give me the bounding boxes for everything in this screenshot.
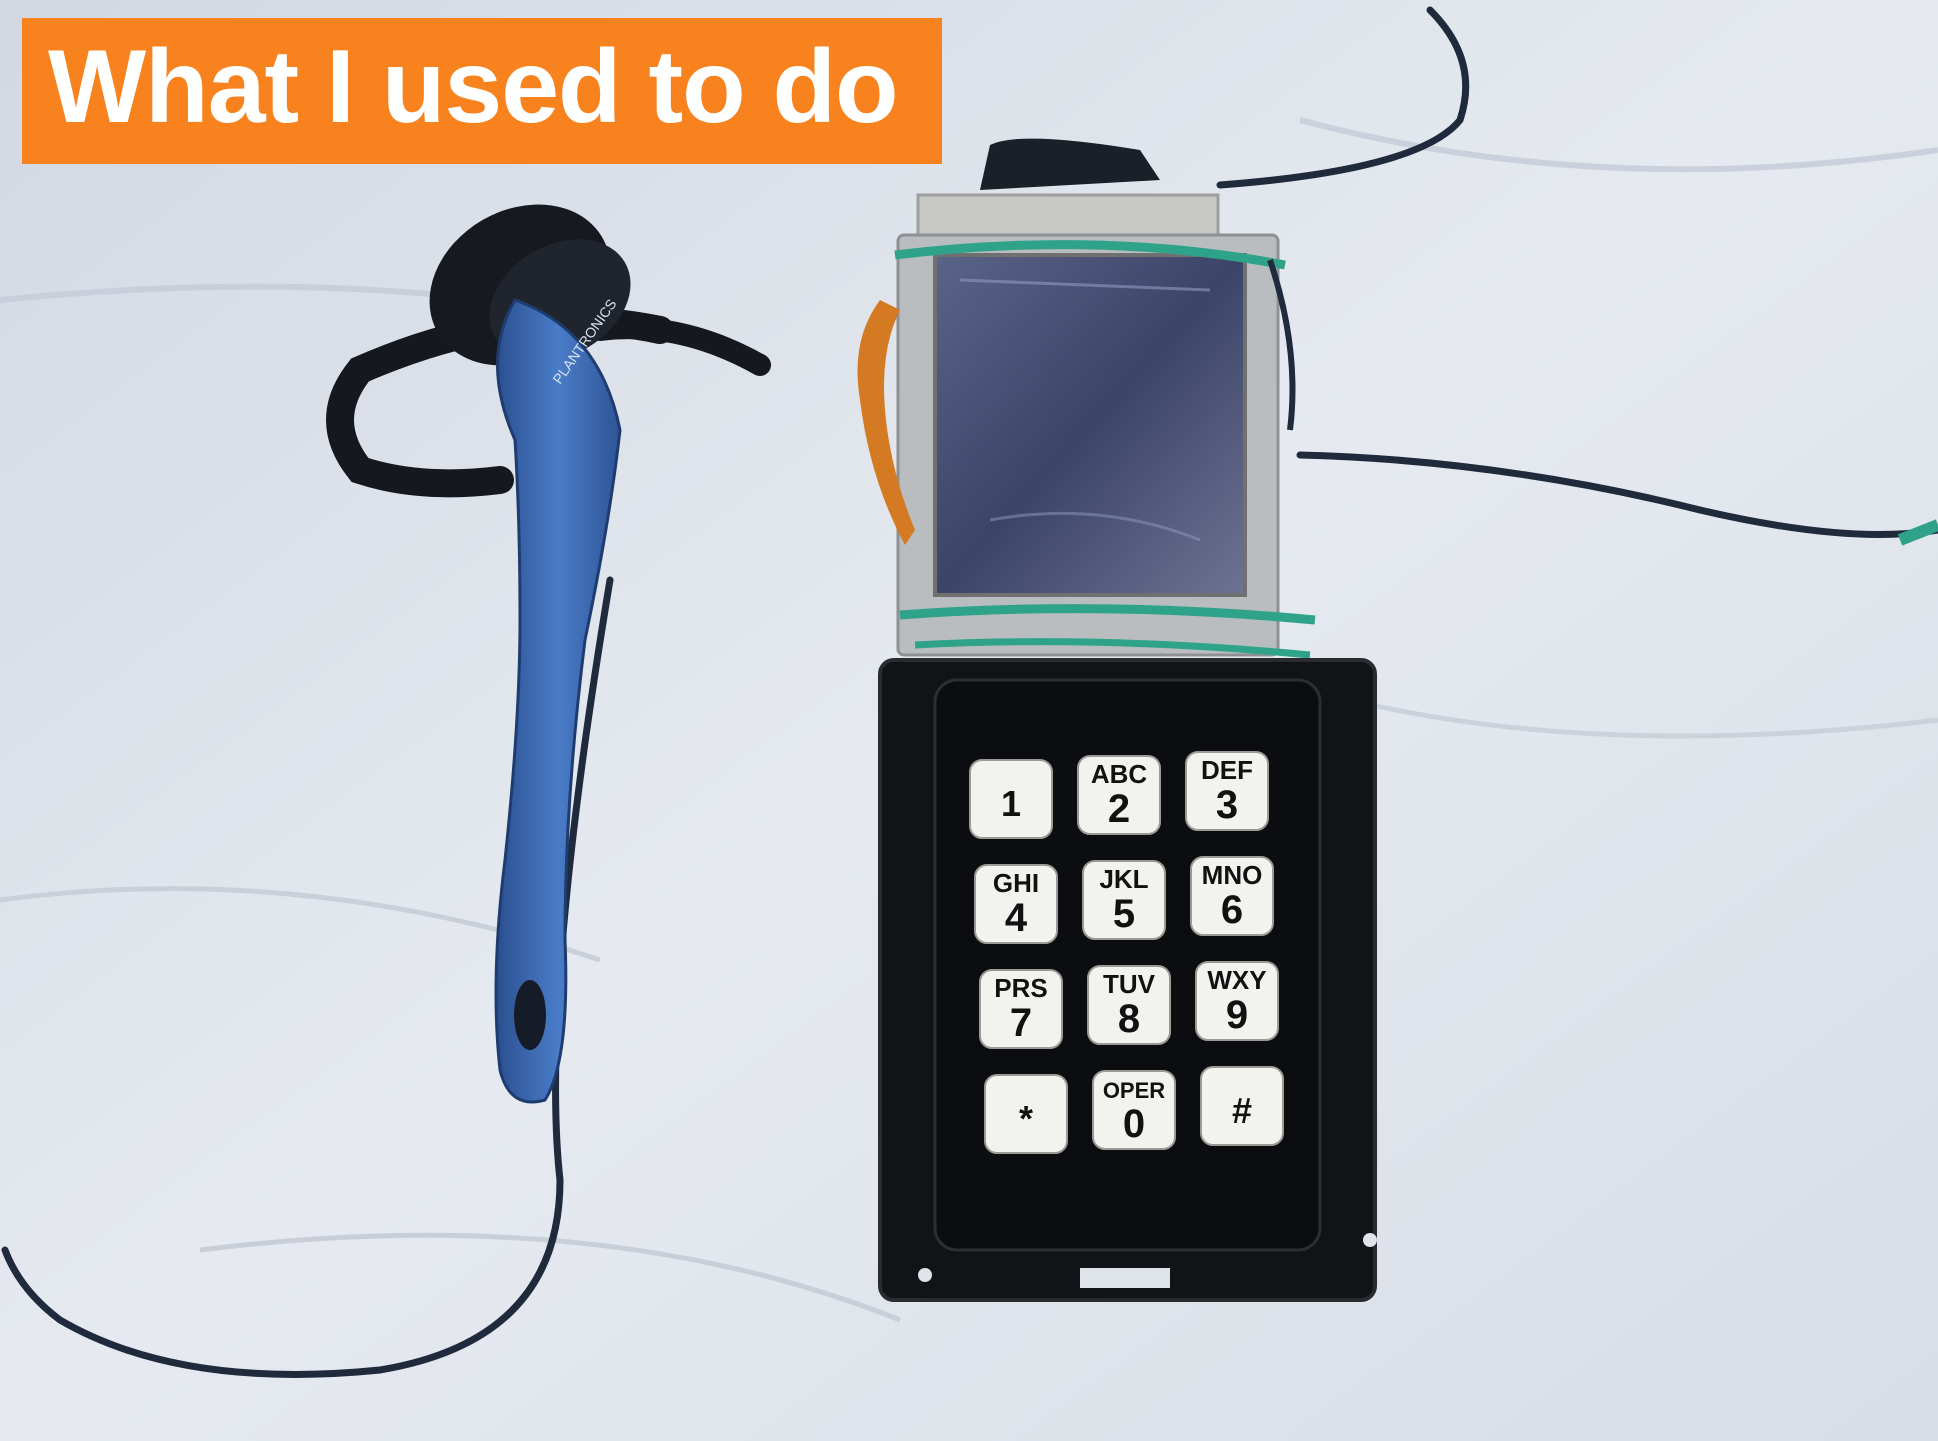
device-photo: PLANTRONICS 1ABC2DEF3GHI4JKL5MNO6PRS7TUV… [0, 0, 1938, 1441]
key-digit: 4 [1005, 896, 1028, 940]
keypad-key: JKL5 [1082, 860, 1166, 940]
keypad-key: PRS7 [979, 969, 1063, 1049]
key-digit: 8 [1118, 997, 1140, 1041]
key-letters: GHI [993, 868, 1039, 898]
key-digit: 3 [1216, 783, 1238, 827]
key-digit: 6 [1221, 888, 1243, 932]
key-digit: 7 [1010, 1001, 1032, 1045]
key-letters: TUV [1103, 969, 1156, 999]
key-digit: 1 [1001, 783, 1021, 824]
key-digit: # [1232, 1090, 1252, 1131]
keypad-key: TUV8 [1087, 965, 1171, 1045]
key-digit: * [1019, 1098, 1033, 1139]
key-letters: DEF [1201, 755, 1253, 785]
keypad-key: ABC2 [1077, 755, 1161, 835]
keypad-key: GHI4 [974, 864, 1058, 944]
key-letters: MNO [1202, 860, 1263, 890]
key-digit: 5 [1113, 892, 1135, 936]
keypad-key: 1 [969, 759, 1053, 839]
key-letters: WXY [1207, 965, 1266, 995]
slide-title: What I used to do [48, 29, 899, 145]
keypad-key: * [984, 1074, 1068, 1154]
keypad-key: DEF3 [1185, 751, 1269, 831]
key-letters: PRS [994, 973, 1047, 1003]
key-letters: JKL [1099, 864, 1148, 894]
keypad-key: # [1200, 1066, 1284, 1146]
lcd-screen [933, 253, 1247, 597]
key-letters: OPER [1103, 1078, 1165, 1103]
key-digit: 0 [1123, 1102, 1145, 1146]
keypad-key: WXY9 [1195, 961, 1279, 1041]
key-digit: 9 [1226, 993, 1248, 1037]
key-letters: ABC [1091, 759, 1148, 789]
keypad-key: OPER0 [1092, 1070, 1176, 1150]
keypad-key: MNO6 [1190, 856, 1274, 936]
key-digit: 2 [1108, 787, 1130, 831]
title-banner: What I used to do [22, 18, 942, 164]
